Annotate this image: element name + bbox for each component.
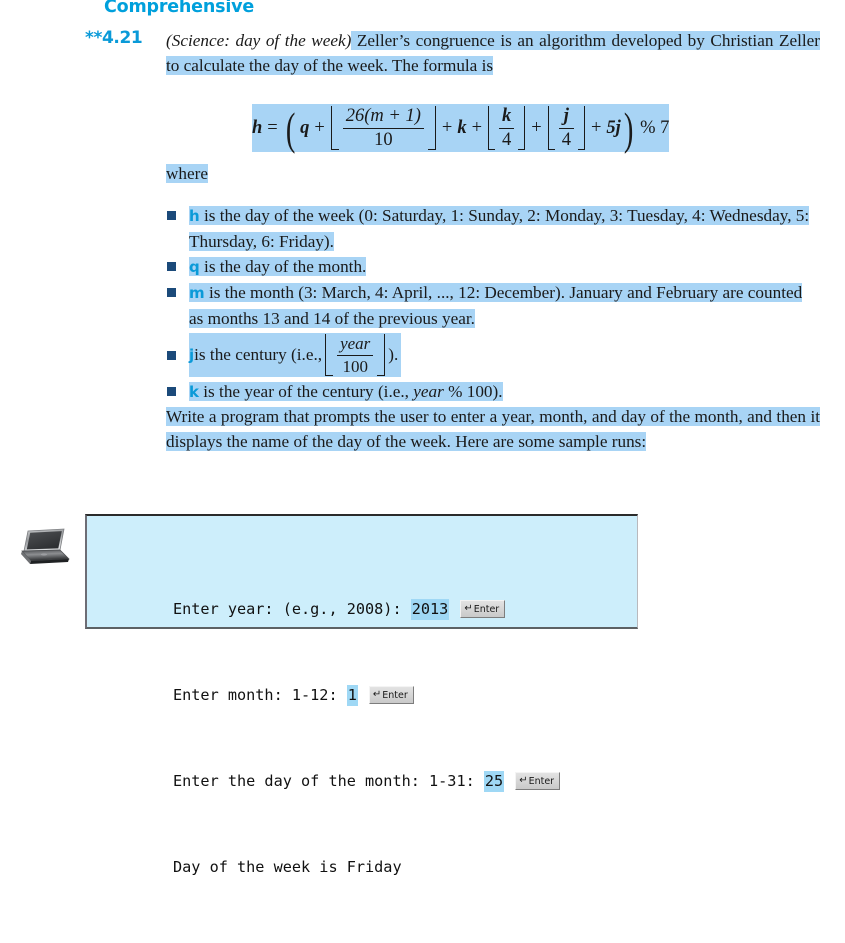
list-item: j is the century (i.e., year 100 ). (166, 331, 820, 379)
formula-term-5j: 5j (606, 117, 621, 138)
formula-close-paren: ) (623, 102, 634, 154)
variable-description-q: is the day of the month. (199, 257, 367, 276)
section-heading: Comprehensive (104, 0, 255, 17)
console-output: Enter year: (e.g., 2008): 2013 ↵ Enter En… (173, 534, 561, 943)
formula-plus-4: + (531, 117, 542, 138)
formula-fraction-1: 26(m + 1) 10 (339, 106, 428, 150)
variable-name-m: m (189, 284, 205, 302)
variable-description-h: is the day of the week (0: Saturday, 1: … (189, 206, 810, 251)
variable-description-m: is the month (3: March, 4: April, ..., 1… (189, 283, 803, 328)
console-line: Enter year: (e.g., 2008): 2013 ↵ Enter (173, 598, 560, 620)
list-item: k is the year of the century (i.e., year… (166, 379, 820, 405)
formula-k: k (457, 117, 467, 138)
variable-name-k: k (189, 383, 199, 401)
console-result: Day of the week is Friday (173, 857, 402, 876)
enter-key-label: Enter (382, 689, 408, 701)
list-item: q is the day of the month. (166, 254, 820, 280)
zeller-congruence-formula: h = ( q + 26(m + 1) 10 + k + k 4 + j 4 + (252, 102, 670, 160)
bullet-square-icon (167, 351, 176, 360)
list-item: h is the day of the week (0: Saturday, 1… (166, 203, 820, 254)
return-arrow-icon: ↵ (519, 775, 528, 787)
bullet-square-icon (167, 211, 176, 220)
formula-q: q (300, 117, 310, 138)
century-floor: year 100 (324, 334, 386, 376)
century-fraction-denominator: 100 (337, 354, 374, 376)
console-prompt: Enter month: 1-12: (173, 685, 347, 704)
formula-fraction-2-denominator: 4 (499, 127, 515, 151)
exercise-title-italic: (Science: day of the week) (166, 31, 352, 50)
console-line: Enter the day of the month: 1-31: 25 ↵ En… (173, 770, 561, 792)
sample-run-console: Enter year: (e.g., 2008): 2013 ↵ Enter En… (85, 514, 638, 876)
formula-fraction-1-numerator: 26(m + 1) (345, 106, 421, 126)
console-line: Day of the week is Friday (173, 857, 560, 879)
formula-fraction-2: k 4 (495, 106, 518, 150)
century-fraction-numerator: year (340, 334, 371, 354)
formula-fraction-2-numerator: k (502, 106, 512, 126)
variable-description-k-after: % 100). (443, 382, 503, 401)
formula-fraction-3-denominator: 4 (558, 127, 574, 151)
variable-description-j-before: is the century (i.e., (194, 345, 323, 365)
console-prompt: Enter the day of the month: 1-31: (173, 771, 484, 790)
where-label: where (166, 164, 208, 183)
century-fraction: year 100 (333, 334, 377, 376)
console-prompt: Enter year: (e.g., 2008): (173, 599, 411, 618)
console-line: Enter month: 1-12: 1 ↵ Enter (173, 684, 560, 706)
variable-description-k-italic: year (413, 382, 444, 401)
exercise-body: (Science: day of the week) Zeller’s cong… (166, 28, 821, 78)
formula-fraction-3-numerator: j (563, 106, 569, 126)
bullet-square-icon (167, 387, 176, 396)
bullet-square-icon (167, 262, 176, 271)
formula-plus-3: + (471, 117, 483, 138)
return-arrow-icon: ↵ (372, 689, 382, 701)
enter-key-button[interactable]: ↵ Enter (515, 772, 561, 791)
variable-definition-list: h is the day of the week (0: Saturday, 1… (166, 203, 820, 405)
formula-modulo: % 7 (640, 117, 670, 138)
formula-fraction-1-denominator: 10 (342, 127, 424, 151)
list-item: m is the month (3: March, 4: April, ...,… (166, 280, 820, 331)
formula-equals: = (267, 117, 278, 138)
formula-open-paren: ( (285, 102, 296, 154)
formula-fraction-3: j 4 (555, 106, 578, 150)
closing-paragraph: Write a program that prompts the user to… (166, 407, 820, 451)
enter-key-button[interactable]: ↵ Enter (460, 600, 506, 619)
closing-paragraph-wrapper: Write a program that prompts the user to… (166, 404, 820, 454)
laptop-icon (21, 528, 70, 564)
console-input-value: 2013 (410, 598, 450, 620)
formula-plus-2: + (441, 117, 453, 138)
variable-name-h: h (189, 207, 200, 225)
formula-floor-1: 26(m + 1) 10 (330, 106, 437, 150)
enter-key-label: Enter (528, 775, 555, 787)
exercise-intro-paragraph: (Science: day of the week) Zeller’s cong… (166, 28, 821, 78)
enter-key-label: Enter (473, 603, 500, 615)
formula-floor-2: k 4 (487, 106, 526, 150)
bullet-square-icon (167, 288, 176, 297)
formula-lhs: h (252, 117, 263, 138)
return-arrow-icon: ↵ (464, 603, 473, 615)
formula-floor-3: j 4 (547, 106, 586, 150)
enter-key-button[interactable]: ↵ Enter (368, 686, 414, 705)
variable-description-k-before: is the year of the century (i.e., (198, 382, 414, 401)
variable-description-j-after: ). (388, 345, 399, 365)
exercise-number: **4.21 (85, 28, 143, 48)
console-input-value: 1 (346, 684, 358, 706)
formula-plus-5: + (590, 117, 602, 138)
formula-plus-1: + (314, 117, 325, 138)
variable-name-q: q (189, 258, 200, 276)
console-input-value: 25 (483, 770, 505, 792)
